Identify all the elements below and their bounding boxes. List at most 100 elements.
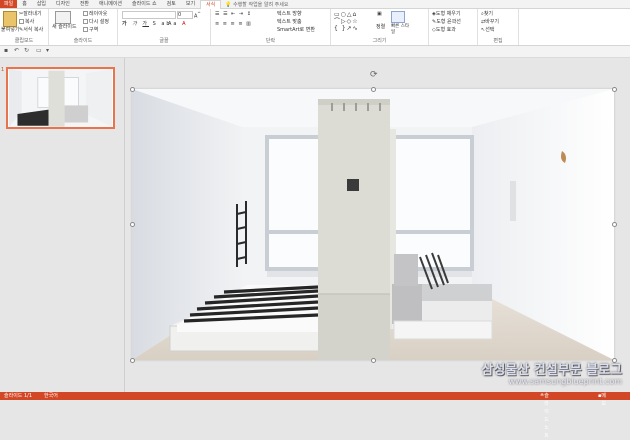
select-button[interactable]: ↖선택	[481, 27, 494, 33]
font-color-buttons[interactable]: Aa A	[168, 21, 188, 27]
undo-icon[interactable]: ↶	[14, 47, 19, 54]
quick-styles-icon[interactable]	[391, 11, 405, 23]
tab-design[interactable]: 디자인	[51, 0, 75, 8]
smartart-button[interactable]: SmartArt로 변환	[277, 27, 315, 33]
cut-button[interactable]: ✂잘라내기	[19, 11, 42, 17]
font-group: 0 A^ 가 가 가 S ab Aa A 글꼴	[118, 9, 211, 45]
editing-group-label: 편집	[493, 38, 503, 44]
tab-file[interactable]: 파일	[0, 0, 18, 8]
shape-effects-label: 도형 효과	[435, 27, 456, 33]
tab-review[interactable]: 검토	[162, 0, 181, 8]
paragraph-group-label: 단락	[265, 38, 276, 44]
arrange-icon[interactable]: ▣	[377, 11, 389, 23]
reset-button[interactable]: 다시 설정	[83, 19, 109, 25]
ribbon: 붙여넣기 ✂잘라내기 복사 ✎서식 복사 클립보드 새 슬라이드 레이아웃 다시…	[0, 9, 630, 46]
select-label: 선택	[485, 27, 495, 33]
room-photo[interactable]	[132, 89, 614, 360]
customize-qat-icon[interactable]: ▾	[46, 47, 49, 54]
lightbulb-icon: 💡	[225, 1, 232, 8]
drawing-group: ▭○△⌂ ⌒▷◇☆{ }↗∿ ▣ 정렬 빠른 스타일 그리기	[331, 9, 429, 45]
notes-label: 슬라이드 노트	[544, 393, 549, 439]
editing-group: ⌕찾기 ⇄바꾸기 ↖선택 편집	[478, 9, 519, 45]
format-painter-label: 서식 복사	[23, 27, 44, 33]
drawing-group-label: 그리기	[372, 38, 387, 44]
paste-button[interactable]: 붙여넣기	[1, 27, 19, 33]
quick-access-toolbar: ▪ ↶ ↻ ▭ ▾	[0, 46, 630, 58]
copy-button[interactable]: 복사	[19, 19, 34, 25]
replace-button[interactable]: ⇄바꾸기	[481, 19, 499, 25]
copy-label: 복사	[25, 19, 35, 25]
shape-fill-button[interactable]: ◈도형 채우기	[432, 11, 460, 17]
slide-thumbnail-1[interactable]	[6, 67, 115, 129]
list-buttons[interactable]: ☰ ☰ ⇤ ⇥ ↕	[215, 11, 252, 17]
comments-button[interactable]: ▪ 메모	[598, 392, 606, 407]
save-icon[interactable]: ▪	[4, 47, 8, 54]
tab-format[interactable]: 서식	[200, 0, 222, 9]
rotate-handle-icon[interactable]: ⟳	[370, 70, 378, 80]
slide-number-label: 1	[1, 67, 5, 73]
resize-handle-bottom[interactable]	[371, 358, 376, 363]
shape-outline-button[interactable]: ✎도형 윤곽선	[432, 19, 461, 25]
redo-icon[interactable]: ↻	[24, 47, 29, 54]
layout-button[interactable]: 레이아웃	[83, 11, 107, 17]
tab-transitions[interactable]: 전환	[75, 0, 94, 8]
cut-label: 잘라내기	[23, 11, 42, 17]
resize-handle-bottom-left[interactable]	[130, 358, 135, 363]
resize-handle-top-left[interactable]	[130, 87, 135, 92]
arrange-button[interactable]: 정렬	[376, 24, 385, 30]
resize-handle-top-right[interactable]	[612, 87, 617, 92]
tab-view[interactable]: 보기	[181, 0, 200, 8]
font-size-box[interactable]: 0	[177, 11, 193, 19]
grow-font-button[interactable]: A^	[194, 11, 201, 20]
text-direction-button[interactable]: 텍스트 방향	[277, 11, 302, 17]
shape-outline-label: 도형 윤곽선	[436, 19, 461, 25]
language-status[interactable]: 한국어	[44, 392, 58, 400]
watermark-title: 삼성물산 건설부문 블로그	[481, 363, 622, 378]
replace-label: 바꾸기	[485, 19, 500, 25]
section-icon	[83, 27, 88, 32]
tab-home[interactable]: 홈	[17, 0, 32, 8]
shape-format-group: ◈도형 채우기 ✎도형 윤곽선 ◇도형 효과	[429, 9, 478, 45]
resize-handle-top[interactable]	[371, 87, 376, 92]
copy-icon	[19, 19, 24, 24]
font-style-buttons[interactable]: 가 가 가 S ab	[122, 21, 172, 27]
font-size-value: 0	[178, 12, 182, 18]
new-slide-button[interactable]: 새 슬라이드	[52, 24, 77, 30]
tell-me-search[interactable]: 💡 수행할 작업을 알려 주세요	[225, 1, 288, 8]
resize-handle-left[interactable]	[130, 222, 135, 227]
watermark-url: www.samsungblueprint.com	[508, 377, 622, 386]
slides-group: 새 슬라이드 레이아웃 다시 설정 구역 슬라이드	[49, 9, 118, 45]
blog-watermark: 삼성물산 건설부문 블로그 www.samsungblueprint.com	[442, 357, 630, 393]
ribbon-tab-bar: 파일 홈 삽입 디자인 전환 애니메이션 슬라이드 쇼 검토 보기 서식 💡 수…	[0, 0, 630, 9]
align-text-button[interactable]: 텍스트 맞춤	[277, 19, 302, 25]
slide-canvas[interactable]	[132, 89, 614, 360]
reset-label: 다시 설정	[89, 19, 109, 25]
slides-group-label: 슬라이드	[73, 38, 93, 44]
comments-label: 메모	[601, 393, 606, 407]
section-label: 구역	[89, 27, 99, 33]
layout-label: 레이아웃	[89, 11, 108, 17]
status-bar: 슬라이드 1/1 한국어 ≙ 슬라이드 노트 ▪ 메모	[0, 392, 630, 439]
wardrobe-unit	[318, 99, 396, 360]
paste-icon[interactable]	[3, 11, 17, 27]
section-button[interactable]: 구역	[83, 27, 98, 33]
notes-button[interactable]: ≙ 슬라이드 노트	[540, 392, 549, 439]
reset-icon	[83, 19, 88, 24]
thumbnail-room-image	[8, 69, 113, 127]
quick-styles-button[interactable]: 빠른 스타일	[391, 24, 411, 36]
find-label: 찾기	[483, 11, 494, 17]
shape-effects-button[interactable]: ◇도형 효과	[432, 27, 456, 33]
tab-slideshow[interactable]: 슬라이드 쇼	[127, 0, 162, 8]
align-buttons[interactable]: ≡ ≡ ≡ ≡ ▥	[215, 21, 252, 27]
tab-animations[interactable]: 애니메이션	[94, 0, 127, 8]
new-slide-icon[interactable]	[55, 11, 71, 24]
resize-handle-right[interactable]	[612, 222, 617, 227]
shapes-gallery[interactable]: ▭○△⌂ ⌒▷◇☆{ }↗∿	[334, 11, 374, 33]
find-button[interactable]: ⌕찾기	[481, 11, 493, 17]
font-group-label: 글꼴	[159, 38, 169, 44]
tab-insert[interactable]: 삽입	[32, 0, 51, 8]
start-slideshow-icon[interactable]: ▭	[36, 47, 42, 54]
paragraph-group: ☰ ☰ ⇤ ⇥ ↕ ≡ ≡ ≡ ≡ ▥ 텍스트 방향 텍스트 맞춤 SmartA…	[211, 9, 331, 45]
font-name-box[interactable]	[122, 11, 176, 19]
format-painter-button[interactable]: ✎서식 복사	[19, 27, 43, 33]
